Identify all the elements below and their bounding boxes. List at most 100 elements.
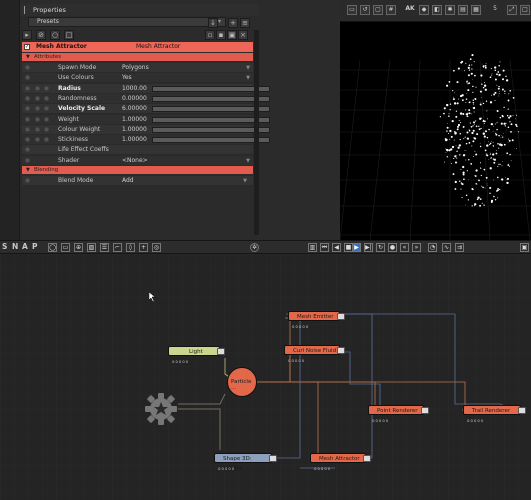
node-knob[interactable]	[337, 313, 345, 320]
row-dot[interactable]	[25, 116, 30, 122]
row-dot[interactable]	[25, 85, 30, 91]
scrollbar[interactable]	[254, 30, 259, 235]
row-dot[interactable]	[25, 137, 30, 143]
row-dot[interactable]	[25, 95, 30, 101]
row-value[interactable]: Yes	[122, 73, 132, 83]
select-icon[interactable]: ◯	[48, 243, 57, 252]
row-dot[interactable]	[25, 126, 30, 132]
node-knob[interactable]	[269, 455, 277, 462]
row-dot[interactable]	[25, 147, 30, 153]
gear-icon[interactable]: ✲	[250, 243, 259, 252]
row-dot[interactable]	[25, 157, 30, 163]
property-row[interactable]: Life Effect Coeffs	[22, 145, 253, 156]
enabled-checkbox[interactable]: ✓	[24, 44, 30, 50]
stack-icon[interactable]: ▤	[458, 5, 468, 15]
row-value[interactable]: 6.00000	[122, 104, 147, 114]
delete-icon[interactable]: ×	[238, 30, 248, 40]
list-icon[interactable]: ☰	[100, 243, 109, 252]
row-value[interactable]: 1.00000	[122, 115, 147, 125]
step-forward-icon[interactable]: ▶|	[364, 243, 373, 252]
node-knob[interactable]	[518, 407, 526, 414]
node-curl-noise[interactable]: Curl Noise Fluid ... ooooo	[284, 345, 345, 364]
row-dot[interactable]	[25, 75, 30, 81]
expand-icon[interactable]: ⤢	[507, 5, 517, 15]
property-row[interactable]: Colour Weight 1.00000	[22, 124, 270, 135]
refresh-icon[interactable]: ○	[50, 30, 60, 40]
row-value[interactable]: 1000.00	[122, 84, 147, 94]
graph-icon[interactable]: ◊	[126, 243, 135, 252]
paste-icon[interactable]: ▪	[216, 30, 226, 40]
node-trail-renderer[interactable]: Trail Renderer ooooo	[463, 405, 526, 423]
zoom-icon[interactable]: ◎	[152, 243, 161, 252]
presets-dropdown[interactable]: Presets ▾	[28, 17, 226, 27]
node-point-renderer[interactable]: Point Renderer ooooo	[368, 405, 429, 423]
node-shape-sphere[interactable]: Shape 3D: Sphere ooooo	[214, 453, 277, 472]
property-row[interactable]: Weight 1.00000	[22, 114, 270, 125]
value-slider[interactable]	[152, 126, 270, 133]
node-root-gear[interactable]	[144, 392, 178, 426]
chevron-down-icon[interactable]: ▼	[246, 73, 250, 83]
row-dot[interactable]	[25, 65, 30, 70]
node-light[interactable]: Light ooooo	[168, 346, 225, 364]
property-row[interactable]: Shader <None> ▼	[22, 155, 253, 166]
skip-back-icon[interactable]: ⏮	[320, 243, 329, 252]
timeline-icon[interactable]: ▥	[308, 243, 317, 252]
value-slider[interactable]	[152, 116, 270, 123]
menu-icon[interactable]: ≡	[240, 18, 250, 28]
snap-letter[interactable]: S	[2, 242, 7, 251]
frame-forward-icon[interactable]: »	[412, 243, 421, 252]
value-slider[interactable]	[152, 106, 270, 113]
value-slider[interactable]	[152, 95, 270, 102]
chevron-down-icon[interactable]: ▼	[246, 156, 250, 166]
row-dot[interactable]	[44, 106, 49, 112]
row-dot[interactable]	[25, 106, 30, 112]
link-icon[interactable]: ⊕	[74, 243, 83, 252]
property-row[interactable]: Stickiness 1.00000	[22, 135, 270, 146]
row-dot[interactable]	[35, 95, 40, 101]
panel-icon[interactable]: ▣	[520, 243, 529, 252]
row-value[interactable]: 1.00000	[122, 135, 147, 145]
property-row[interactable]: Use Colours Yes ▼	[22, 73, 253, 84]
node-graph[interactable]: Mesh Emitter ooooo Curl Noise Fluid ... …	[0, 254, 531, 500]
tool-icon[interactable]: ◆	[419, 5, 429, 15]
settings-icon[interactable]: □	[64, 30, 74, 40]
node-knob[interactable]	[217, 348, 225, 355]
node-mesh-attractor[interactable]: Mesh Attractor ooooo	[310, 453, 371, 471]
maximize-icon[interactable]: □	[520, 5, 530, 15]
camera-icon[interactable]: ▭	[347, 5, 357, 15]
node-header[interactable]: ✓ Mesh Attractor Mesh Attractor	[22, 42, 253, 52]
node-particle[interactable]: Particle ...	[227, 367, 257, 397]
frame-back-icon[interactable]: «	[400, 243, 409, 252]
layer-icon[interactable]: ▧	[87, 243, 96, 252]
section-attributes[interactable]: ▼ Attributes	[22, 53, 253, 61]
speed-icon[interactable]: ⇉	[455, 243, 464, 252]
row-value[interactable]: 1.00000	[122, 125, 147, 135]
section-blending[interactable]: ▼ Blending	[22, 166, 253, 174]
value-slider[interactable]	[152, 85, 270, 92]
star-icon[interactable]: ✱	[445, 5, 455, 15]
row-dot[interactable]	[35, 126, 40, 132]
pin-icon[interactable]: ▸	[22, 30, 32, 40]
record-icon[interactable]: ●	[388, 243, 397, 252]
group-icon[interactable]: ▭	[61, 243, 70, 252]
property-row[interactable]: Randomness 0.00000	[22, 93, 270, 104]
row-dot[interactable]	[35, 137, 40, 143]
add-icon[interactable]: +	[228, 18, 238, 28]
clock-icon[interactable]: ◔	[428, 243, 437, 252]
property-row[interactable]: Spawn Mode Polygons ▼	[22, 63, 253, 73]
node-add-icon[interactable]: +	[139, 243, 148, 252]
row-dot[interactable]	[44, 137, 49, 143]
route-icon[interactable]: ⌐	[113, 243, 122, 252]
bypass-icon[interactable]: ⊘	[36, 30, 46, 40]
snap-letter[interactable]: N	[12, 242, 18, 251]
grid-icon[interactable]: #	[386, 5, 396, 15]
row-dot[interactable]	[44, 126, 49, 132]
value-slider[interactable]	[152, 137, 270, 144]
property-row[interactable]: Radius 1000.00	[22, 83, 270, 94]
node-mesh-emitter[interactable]: Mesh Emitter ooooo	[288, 311, 345, 329]
snap-letter[interactable]: A	[22, 242, 28, 251]
blend-mode-dropdown[interactable]: Add ▼	[122, 176, 250, 185]
row-value[interactable]: Polygons	[122, 63, 149, 73]
row-dot[interactable]	[44, 85, 49, 91]
save-icon[interactable]: ▣	[227, 30, 237, 40]
